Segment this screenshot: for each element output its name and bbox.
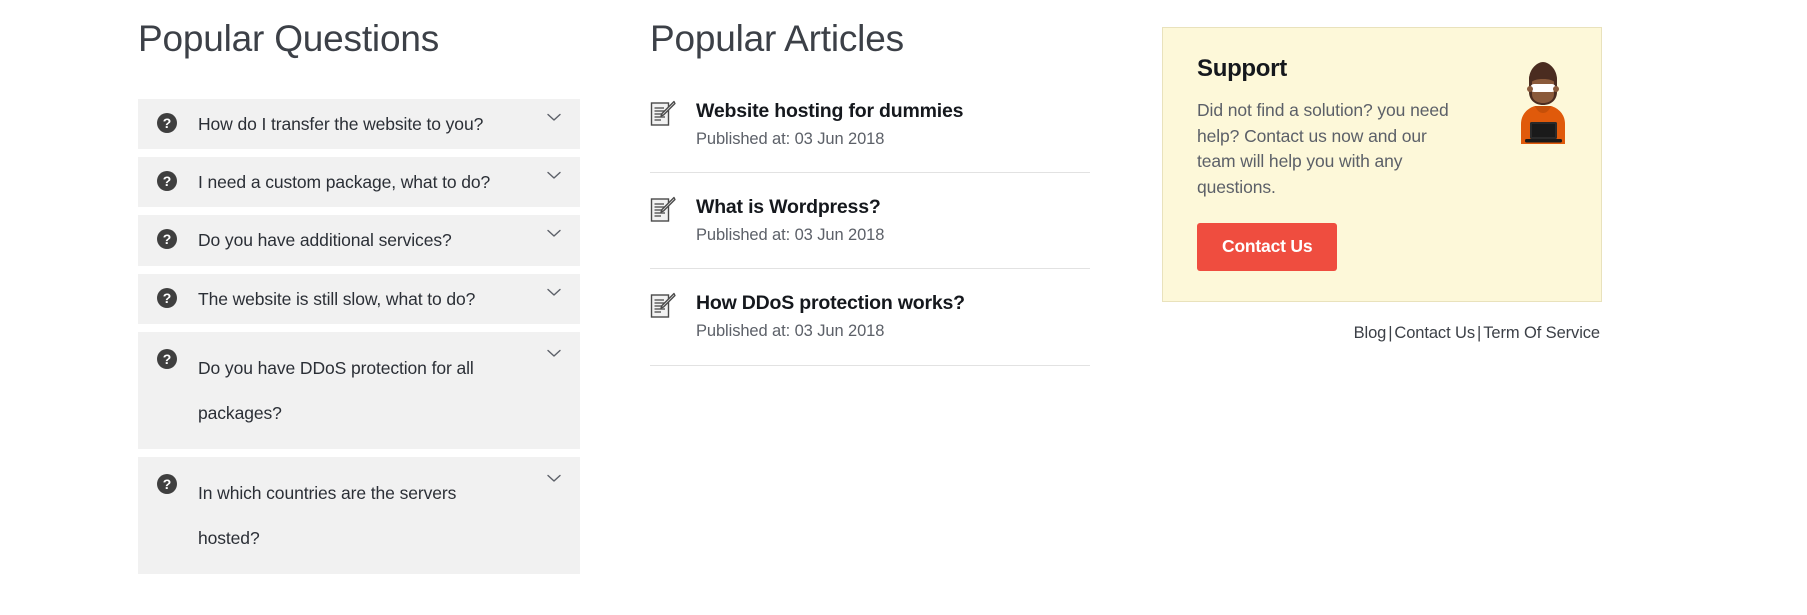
question-mark-circle-icon: ? <box>156 287 178 309</box>
svg-text:?: ? <box>163 290 172 306</box>
article-published-date: Published at: 03 Jun 2018 <box>696 322 885 341</box>
accordion-item-label: The website is still slow, what to do? <box>198 288 476 309</box>
article-title[interactable]: What is Wordpress? <box>696 195 1090 220</box>
accordion-item[interactable]: ? Do you have additional services? <box>138 215 580 266</box>
accordion-item[interactable]: ? The website is still slow, what to do? <box>138 273 580 324</box>
question-mark-circle-icon: ? <box>156 348 178 370</box>
person-at-laptop-illustration <box>1511 58 1575 144</box>
accordion-item[interactable]: ? In which countries are the servers host… <box>138 457 580 575</box>
article-published-date: Published at: 03 Jun 2018 <box>696 129 885 148</box>
contact-us-button[interactable]: Contact Us <box>1197 222 1338 271</box>
footer-link-term-of-service[interactable]: Term Of Service <box>1483 324 1600 342</box>
accordion-item[interactable]: ? Do you have DDoS protection for all pac… <box>138 331 580 450</box>
popular-questions-column: Popular Questions ? How do I transfer the… <box>138 18 580 582</box>
article-item[interactable]: How DDoS protection works? Published at: … <box>650 291 1090 366</box>
svg-text:?: ? <box>163 231 172 247</box>
accordion-item-label: In which countries are the servers hoste… <box>198 483 457 548</box>
question-mark-circle-icon: ? <box>156 112 178 134</box>
svg-text:?: ? <box>163 476 172 492</box>
accordion-item[interactable]: ? I need a custom package, what to do? <box>138 156 580 208</box>
chevron-down-icon[interactable] <box>546 474 562 496</box>
svg-text:?: ? <box>163 351 172 367</box>
chevron-down-icon[interactable] <box>546 288 562 310</box>
article-item[interactable]: Website hosting for dummies Published at:… <box>650 99 1090 173</box>
svg-text:?: ? <box>163 115 172 131</box>
support-card-body: Did not find a solution? you need help? … <box>1197 99 1449 197</box>
accordion-item-label: Do you have additional services? <box>198 230 452 251</box>
chevron-down-icon[interactable] <box>546 113 562 135</box>
article-text-block: How DDoS protection works? Published at: … <box>696 291 1090 342</box>
popular-articles-heading: Popular Articles <box>650 18 904 59</box>
chevron-down-icon[interactable] <box>546 229 562 251</box>
footer-link-blog[interactable]: Blog <box>1354 324 1387 342</box>
footer-link-separator: | <box>1477 323 1482 342</box>
articles-list: Website hosting for dummies Published at:… <box>650 99 1090 366</box>
support-center-page: Popular Questions ? How do I transfer the… <box>0 0 1807 615</box>
support-card: Support Did not find a solution? you nee… <box>1162 27 1602 302</box>
popular-articles-column: Popular Articles Website hosting for dum… <box>650 18 1090 366</box>
questions-accordion: ? How do I transfer the website to you?? I… <box>138 98 580 575</box>
article-text-block: What is Wordpress? Published at: 03 Jun 2… <box>696 195 1090 246</box>
accordion-item[interactable]: ? How do I transfer the website to you? <box>138 98 580 149</box>
popular-questions-heading: Popular Questions <box>138 18 440 59</box>
memo-document-icon <box>650 100 676 130</box>
accordion-item-label: I need a custom package, what to do? <box>198 171 491 192</box>
article-title[interactable]: How DDoS protection works? <box>696 291 1090 316</box>
article-text-block: Website hosting for dummies Published at:… <box>696 99 1090 150</box>
article-item[interactable]: What is Wordpress? Published at: 03 Jun 2… <box>650 195 1090 270</box>
question-mark-circle-icon: ? <box>156 228 178 250</box>
memo-document-icon <box>650 196 676 226</box>
svg-text:?: ? <box>163 173 172 189</box>
memo-document-icon <box>650 292 676 322</box>
accordion-item-label: Do you have DDoS protection for all pack… <box>198 357 474 423</box>
article-title[interactable]: Website hosting for dummies <box>696 99 1090 124</box>
footer-links: Blog | Contact Us | Term Of Service <box>1162 322 1602 345</box>
article-published-date: Published at: 03 Jun 2018 <box>696 225 885 244</box>
chevron-down-icon[interactable] <box>546 349 562 371</box>
question-mark-circle-icon: ? <box>156 170 178 192</box>
accordion-item-label: How do I transfer the website to you? <box>198 113 484 134</box>
support-column: Support Did not find a solution? you nee… <box>1162 27 1602 345</box>
chevron-down-icon[interactable] <box>546 171 562 193</box>
footer-link-contact-us[interactable]: Contact Us <box>1394 324 1475 342</box>
question-mark-circle-icon: ? <box>156 473 178 495</box>
